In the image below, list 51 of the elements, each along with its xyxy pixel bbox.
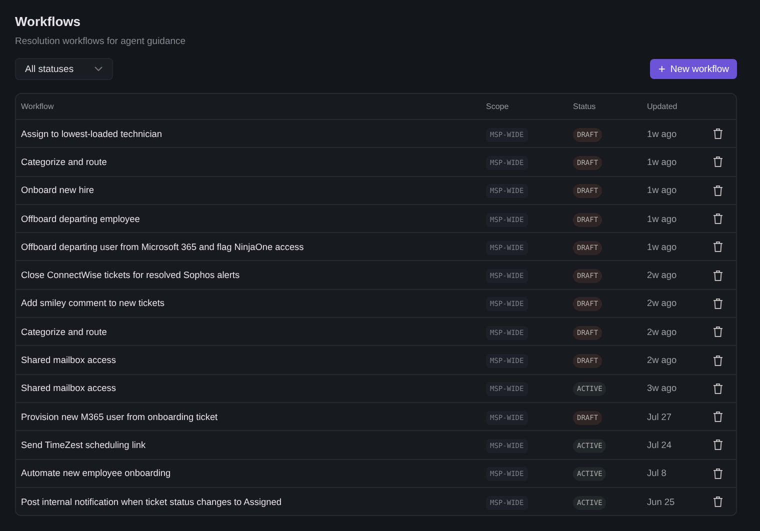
delete-icon[interactable]	[713, 156, 723, 168]
column-header: Status	[573, 102, 597, 111]
updated-time: 1w ago	[647, 214, 678, 224]
updated-time: 3w ago	[647, 383, 678, 394]
column-header: Updated	[647, 102, 678, 111]
delete-icon[interactable]	[713, 382, 723, 394]
workflow-name[interactable]: Categorize and route	[16, 326, 486, 337]
workflow-name[interactable]: Post internal notification when ticket status changes to Assigned	[16, 496, 486, 506]
delete-icon[interactable]	[713, 270, 723, 281]
delete-icon[interactable]	[713, 298, 723, 309]
delete-icon[interactable]	[713, 496, 723, 507]
delete-icon[interactable]	[713, 128, 723, 140]
workflow-name[interactable]: Add smiley comment to new tickets	[16, 298, 486, 308]
workflow-name[interactable]: Shared mailbox access	[16, 383, 486, 394]
updated-time: 1w ago	[647, 242, 678, 252]
workflow-name[interactable]: Send TimeZest scheduling link	[16, 440, 486, 450]
delete-icon[interactable]	[713, 326, 723, 338]
page-subtitle: Resolution workflows for agent guidance	[15, 36, 187, 47]
updated-time: Jul 24	[647, 440, 673, 450]
column-header: Workflow	[20, 102, 55, 111]
updated-time: Jul 8	[647, 468, 668, 478]
updated-time: 1w ago	[647, 185, 678, 196]
workflow-name[interactable]: Automate new employee onboarding	[16, 468, 486, 478]
updated-time: Jul 27	[647, 412, 673, 422]
workflow-name[interactable]: Provision new M365 user from onboarding ticket	[16, 412, 486, 422]
new-workflow-button[interactable]: + New workflow	[650, 59, 737, 79]
delete-icon[interactable]	[713, 468, 723, 479]
delete-icon[interactable]	[713, 411, 723, 422]
updated-time: 2w ago	[647, 326, 678, 337]
page-title: Workflows	[15, 14, 82, 29]
status-filter-dropdown[interactable]: All statuses	[15, 58, 113, 80]
delete-icon[interactable]	[713, 241, 723, 252]
workflow-name[interactable]: Shared mailbox access	[16, 355, 486, 366]
workflow-name[interactable]: Offboard departing employee	[16, 214, 486, 224]
chevron-down-icon	[94, 66, 103, 72]
updated-time: 2w ago	[647, 355, 678, 366]
updated-time: 2w ago	[647, 298, 678, 308]
workflow-name[interactable]: Assign to lowest-loaded technician	[16, 128, 486, 139]
updated-time: 1w ago	[647, 128, 678, 139]
updated-time: Jun 25	[647, 496, 676, 506]
delete-icon[interactable]	[713, 354, 723, 366]
workflow-name[interactable]: Categorize and route	[16, 156, 486, 167]
delete-icon[interactable]	[713, 439, 723, 450]
delete-icon[interactable]	[713, 213, 723, 224]
updated-time: 1w ago	[647, 156, 678, 167]
workflow-name[interactable]: Offboard departing user from Microsoft 365 and flag NinjaOne access	[16, 242, 486, 252]
delete-icon[interactable]	[713, 184, 723, 196]
workflow-name[interactable]: Onboard new hire	[16, 185, 486, 196]
workflow-name[interactable]: Close ConnectWise tickets for resolved Sophos alerts	[16, 270, 486, 280]
column-header: Scope	[486, 102, 510, 111]
updated-time: 2w ago	[647, 270, 678, 280]
